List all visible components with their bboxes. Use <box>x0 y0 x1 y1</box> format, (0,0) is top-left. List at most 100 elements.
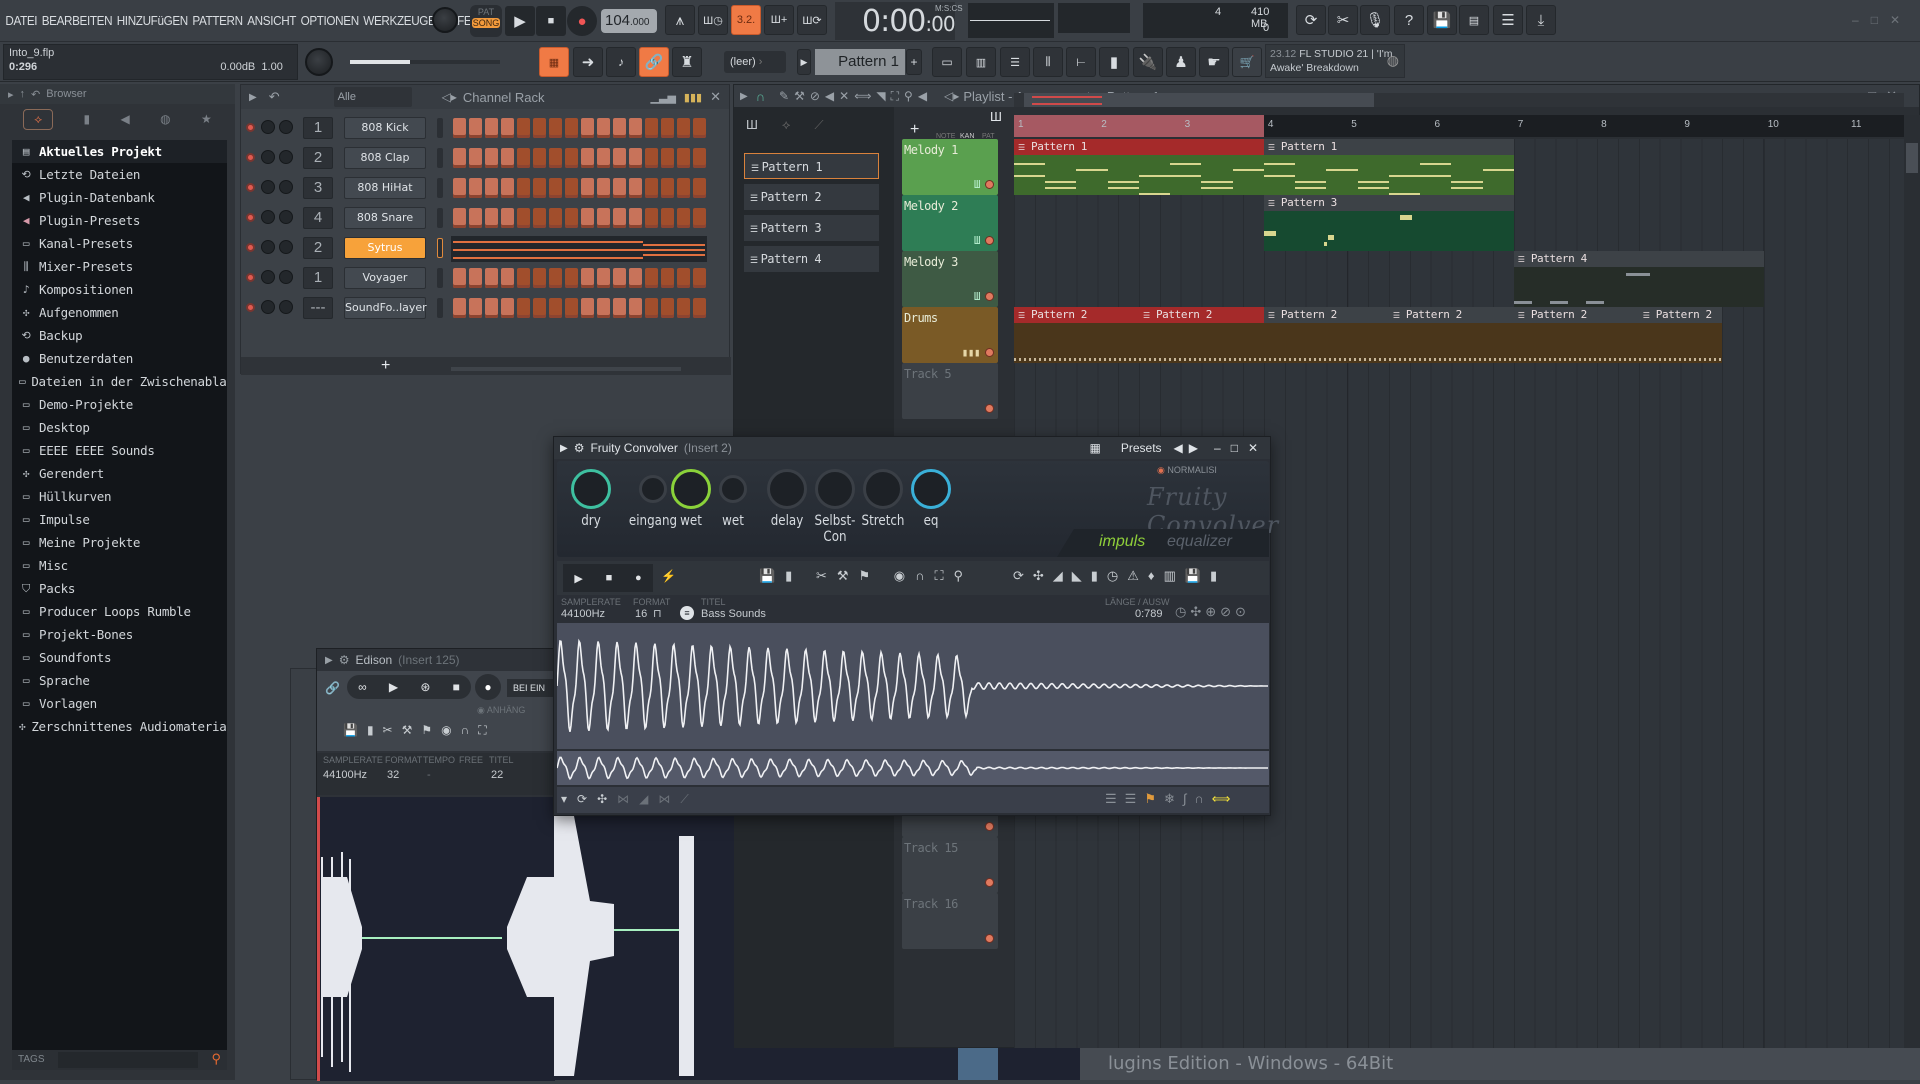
step-button[interactable] <box>548 148 562 168</box>
loop-record-button[interactable]: Ш⟳ <box>797 5 827 35</box>
step-button[interactable] <box>580 208 594 228</box>
track-header[interactable]: Melody 3 Ш <box>902 251 998 307</box>
knob-wet[interactable] <box>671 469 711 509</box>
append-option[interactable]: ◉ ANHÄNG <box>477 705 525 716</box>
step-button[interactable] <box>500 178 514 198</box>
browser-item[interactable]: ▭ Misc <box>12 554 227 577</box>
step-button[interactable] <box>596 178 610 198</box>
edison-record-button[interactable]: ● <box>475 674 501 700</box>
step-button[interactable] <box>692 118 706 138</box>
step-button[interactable] <box>676 268 690 288</box>
pattern-list-item[interactable]: ☰ Pattern 4 <box>744 246 879 272</box>
step-button[interactable] <box>612 118 626 138</box>
step-button[interactable] <box>612 148 626 168</box>
channel-pan-knob[interactable] <box>261 120 275 134</box>
step-button[interactable] <box>532 178 546 198</box>
menu-werkzeuge[interactable]: WERKZEUGE <box>363 13 436 28</box>
browser-item[interactable]: ⟲ Backup <box>12 324 227 347</box>
step-button[interactable] <box>468 268 482 288</box>
step-button[interactable] <box>564 268 578 288</box>
gear-icon[interactable]: ⚙ <box>339 653 350 667</box>
step-button[interactable] <box>612 208 626 228</box>
piano-icon[interactable]: Ш <box>990 109 1002 124</box>
step-button[interactable] <box>453 298 466 318</box>
track-header[interactable]: Track 15 <box>902 837 998 893</box>
step-button[interactable] <box>596 118 610 138</box>
waveform-overview[interactable] <box>556 751 1269 785</box>
channel-volume-knob[interactable] <box>279 240 293 254</box>
track-mute-led[interactable] <box>985 236 994 245</box>
channel-volume-knob[interactable] <box>279 300 293 314</box>
tab-impuls[interactable]: impuls <box>1099 533 1145 551</box>
step-button[interactable] <box>676 208 690 228</box>
channel-volume-knob[interactable] <box>279 120 293 134</box>
piano-roll-button[interactable]: ▦ <box>539 47 569 77</box>
step-button[interactable] <box>484 118 498 138</box>
channel-pan-knob[interactable] <box>261 150 275 164</box>
playlist-clip[interactable]: ☰ Pattern 2 <box>1263 307 1389 363</box>
countdown-button[interactable]: 3.2. <box>731 5 761 35</box>
step-button[interactable] <box>676 178 690 198</box>
wait-for-input-button[interactable]: Ш◷ <box>698 5 728 35</box>
maximize-icon[interactable]: □ <box>1231 441 1248 455</box>
collapse-arrow-icon[interactable]: ▸ <box>8 88 14 101</box>
channel-select-indicator[interactable] <box>437 268 443 288</box>
step-button[interactable] <box>676 148 690 168</box>
step-button[interactable] <box>692 268 706 288</box>
list-icon[interactable]: ≡ <box>680 606 694 620</box>
track-mute-led[interactable] <box>985 878 994 887</box>
close-icon[interactable]: ✕ <box>1248 441 1268 455</box>
channel-mixer-track[interactable]: 2 <box>303 237 333 259</box>
loop-region[interactable] <box>1014 115 1264 137</box>
piano-roll-window-button[interactable]: ▥ <box>966 47 996 77</box>
playlist-clip[interactable]: ☰ Pattern 4 <box>1513 251 1764 307</box>
menu-datei[interactable]: DATEI <box>5 13 37 28</box>
record-button[interactable]: ● <box>567 6 597 36</box>
playlist-tools[interactable]: ✎⚒⊘◀✕⟺◥⛶⚲◀ <box>779 89 932 104</box>
step-button[interactable] <box>484 268 498 288</box>
browser-item[interactable]: ▭ EEEE EEEE Sounds <box>12 439 227 462</box>
pattern-list-item[interactable]: ☰ Pattern 3 <box>744 215 879 241</box>
step-button[interactable] <box>532 268 546 288</box>
close-icon[interactable]: ✕ <box>710 89 721 105</box>
tab-equalizer[interactable]: equalizer <box>1167 533 1232 551</box>
channel-volume-knob[interactable] <box>279 210 293 224</box>
step-button[interactable] <box>612 268 626 288</box>
pat-song-toggle[interactable]: PAT SONG <box>470 5 502 37</box>
step-button[interactable] <box>612 298 626 318</box>
browser-item[interactable]: ▭ Sprache <box>12 669 227 692</box>
triangle-right-icon[interactable]: ▶ <box>560 443 568 454</box>
typing-keyboard-button[interactable]: ♪ <box>606 47 636 77</box>
horizontal-scrollbar[interactable] <box>451 367 681 371</box>
step-button[interactable] <box>580 298 594 318</box>
channel-name-button[interactable]: SoundFo..layer <box>344 297 427 319</box>
back-arrow-icon[interactable]: ↶ <box>31 88 40 101</box>
step-button[interactable] <box>596 268 610 288</box>
channel-name-button[interactable]: Voyager <box>344 267 426 289</box>
step-button[interactable] <box>580 268 594 288</box>
playlist-clip[interactable]: ☰ Pattern 2 <box>1638 307 1723 363</box>
envelope-tools[interactable]: ▾⟳✣⋈◢⋈⟋ <box>561 792 699 807</box>
play-icon[interactable]: ▶ <box>389 680 398 694</box>
knob-eingang[interactable] <box>639 475 667 503</box>
browser-tab-project[interactable]: ▮ <box>84 112 91 126</box>
step-button[interactable] <box>453 268 466 288</box>
step-edit-button[interactable]: Ш+ <box>764 5 794 35</box>
channel-pan-knob[interactable] <box>261 270 275 284</box>
channel-name-button[interactable]: Sytrus <box>344 237 426 259</box>
step-button[interactable] <box>484 298 498 318</box>
browser-item[interactable]: ▤ Aktuelles Projekt <box>12 140 227 163</box>
step-button[interactable] <box>660 268 674 288</box>
pattern-list-item[interactable]: ☰ Pattern 1 <box>744 153 879 179</box>
step-button[interactable] <box>692 148 706 168</box>
playlist-clip[interactable]: ☰ Pattern 2 <box>1014 307 1139 363</box>
step-button[interactable] <box>548 298 562 318</box>
browser-item[interactable]: ⟲ Letzte Dateien <box>12 163 227 186</box>
play-button[interactable]: ▶ <box>505 6 535 36</box>
cut-audio-button[interactable]: ✂ <box>1328 5 1358 35</box>
up-arrow-icon[interactable]: ↑ <box>20 88 26 100</box>
step-button[interactable] <box>628 118 642 138</box>
browser-item[interactable]: ◀ Plugin-Datenbank <box>12 186 227 209</box>
step-button[interactable] <box>644 148 658 168</box>
impulse-waveform[interactable] <box>556 623 1269 749</box>
